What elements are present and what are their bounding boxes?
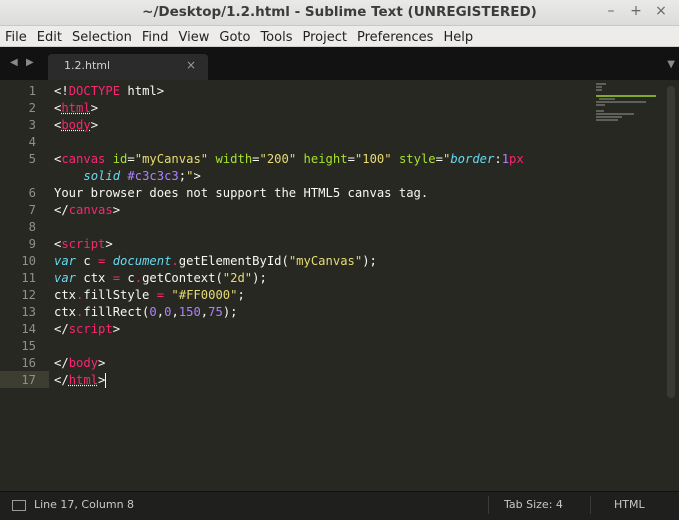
- minimap-line: [596, 104, 605, 106]
- minimap-line: [596, 101, 646, 103]
- minimap-line: [596, 116, 622, 118]
- minimap-line: [596, 83, 606, 85]
- line-number: 2: [28, 101, 36, 115]
- code-line: Your browser does not support the HTML5 …: [54, 186, 429, 200]
- menu-preferences[interactable]: Preferences: [352, 28, 438, 48]
- window-title: ~/Desktop/1.2.html - Sublime Text (UNREG…: [142, 4, 537, 20]
- code-line: solid #c3c3c3;">: [83, 169, 201, 183]
- menu-project[interactable]: Project: [297, 28, 351, 48]
- code-line: <html>: [54, 101, 99, 115]
- line-number: 8: [28, 220, 36, 234]
- line-gutter: 1 2 3 4 5 6 7 8 9 10 11 12 13 14 15 16 1…: [0, 80, 46, 491]
- minimize-icon[interactable]: –: [602, 3, 620, 19]
- tab-file[interactable]: 1.2.html ×: [48, 54, 208, 80]
- minimap-line: [596, 119, 618, 121]
- tab-label: 1.2.html: [64, 59, 111, 72]
- line-number: 17: [21, 373, 36, 387]
- line-number: 6: [28, 186, 36, 200]
- code-line: var c = document.getElementById("myCanva…: [54, 254, 377, 268]
- code-line: <body>: [54, 118, 99, 132]
- line-number: 10: [21, 254, 36, 268]
- code-line: ctx.fillRect(0,0,150,75);: [54, 305, 238, 319]
- menu-edit[interactable]: Edit: [32, 28, 67, 48]
- line-number: 4: [28, 135, 36, 149]
- line-number: 1: [28, 84, 36, 98]
- line-number: 13: [21, 305, 36, 319]
- tab-bar: ◀ ▶ 1.2.html × ▼: [0, 47, 679, 80]
- menu-goto[interactable]: Goto: [214, 28, 255, 48]
- tab-back-icon[interactable]: ◀: [10, 57, 18, 68]
- status-bar: Line 17, Column 8 Tab Size: 4 HTML: [0, 491, 679, 520]
- tab-dropdown-icon[interactable]: ▼: [667, 59, 675, 70]
- vertical-scrollbar[interactable]: [667, 86, 675, 398]
- code-area[interactable]: <!DOCTYPE html> <html> <body> <canvas id…: [54, 80, 594, 491]
- menu-view[interactable]: View: [174, 28, 215, 48]
- line-number: 7: [28, 203, 36, 217]
- title-bar: ~/Desktop/1.2.html - Sublime Text (UNREG…: [0, 0, 679, 26]
- line-number: 11: [21, 271, 36, 285]
- code-line: ctx.fillStyle = "#FF0000";: [54, 288, 245, 302]
- minimap-line: [596, 95, 656, 97]
- line-number: 14: [21, 322, 36, 336]
- minimap-line: [596, 110, 604, 112]
- tab-forward-icon[interactable]: ▶: [26, 57, 34, 68]
- syntax-selector[interactable]: HTML: [614, 498, 645, 511]
- menu-help[interactable]: Help: [438, 28, 478, 48]
- panel-toggle-icon[interactable]: [12, 500, 26, 511]
- menu-bar: File Edit Selection Find View Goto Tools Projec…: [0, 26, 679, 47]
- line-number: 3: [28, 118, 36, 132]
- minimap-line: [596, 86, 602, 88]
- code-line: </html>: [54, 373, 107, 388]
- minimap[interactable]: [596, 83, 666, 123]
- divider: [590, 496, 591, 514]
- line-number: 9: [28, 237, 36, 251]
- line-number: 5: [28, 152, 36, 166]
- line-number: 15: [21, 339, 36, 353]
- code-line: <!DOCTYPE html>: [54, 84, 165, 98]
- tab-size-selector[interactable]: Tab Size: 4: [504, 498, 563, 511]
- menu-selection[interactable]: Selection: [67, 28, 137, 48]
- cursor-position: Line 17, Column 8: [34, 498, 135, 511]
- menu-tools[interactable]: Tools: [255, 28, 297, 48]
- minimap-line: [596, 113, 634, 115]
- maximize-icon[interactable]: +: [627, 3, 645, 19]
- code-line: <script>: [54, 237, 113, 251]
- editor[interactable]: 1 2 3 4 5 6 7 8 9 10 11 12 13 14 15 16 1…: [0, 80, 679, 491]
- minimap-line: [599, 98, 615, 100]
- menu-find[interactable]: Find: [137, 28, 174, 48]
- code-line: <canvas id="myCanvas" width="200" height…: [54, 152, 524, 166]
- code-line: </script>: [54, 322, 121, 336]
- divider: [488, 496, 489, 514]
- line-number: 12: [21, 288, 36, 302]
- code-line: var ctx = c.getContext("2d");: [54, 271, 267, 285]
- line-number: 16: [21, 356, 36, 370]
- text-cursor: [105, 373, 107, 388]
- menu-file[interactable]: File: [0, 28, 32, 48]
- code-line: </body>: [54, 356, 106, 370]
- close-icon[interactable]: ×: [652, 3, 670, 19]
- tab-close-icon[interactable]: ×: [186, 58, 196, 72]
- code-line: </canvas>: [54, 203, 121, 217]
- minimap-line: [596, 89, 602, 91]
